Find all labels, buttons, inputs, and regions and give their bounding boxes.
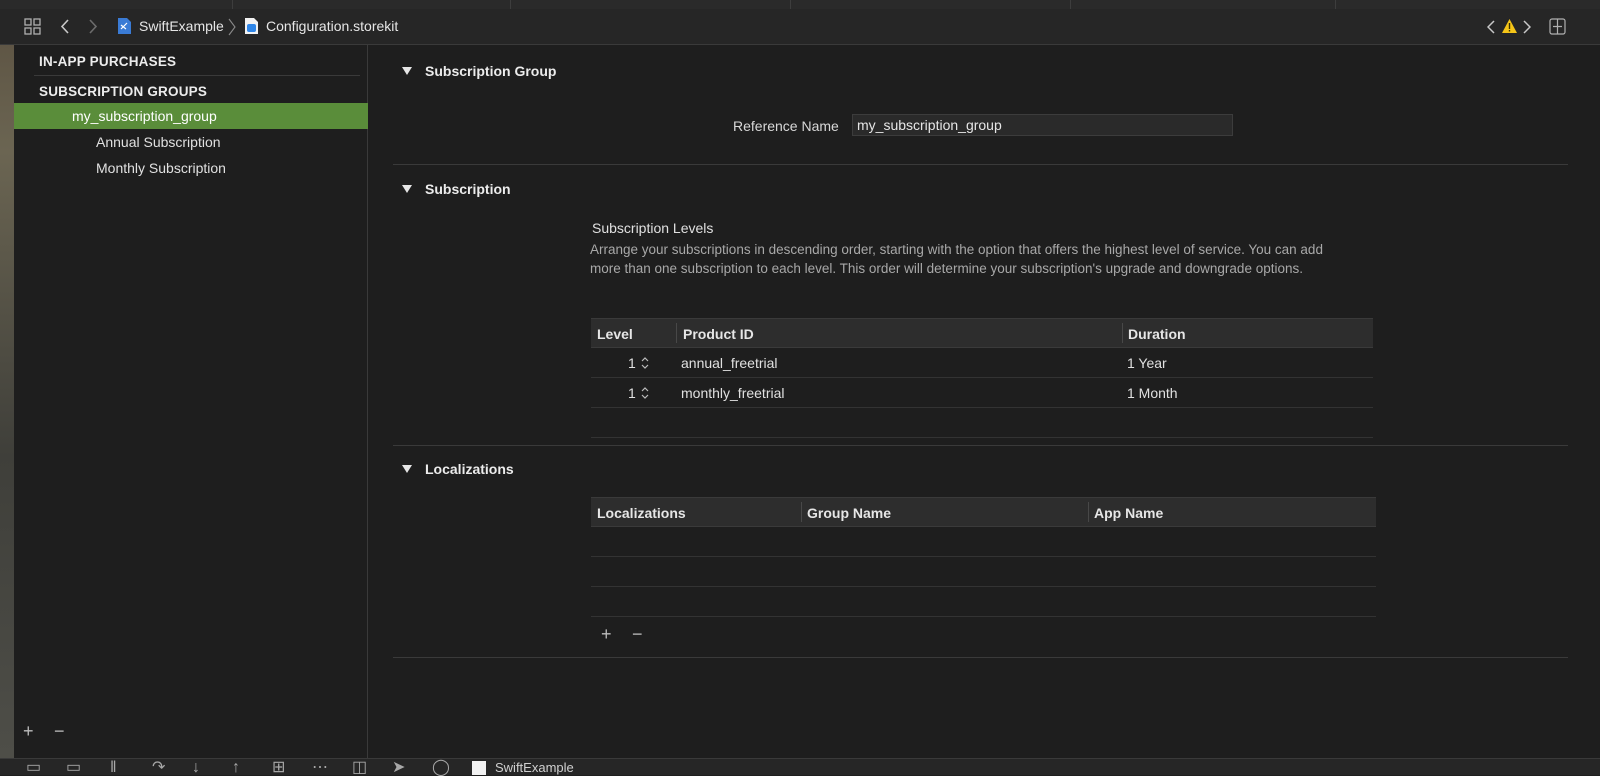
section-divider — [393, 445, 1568, 446]
debug-bar: ▭ ▭ ‖ ↷ ↓ ↑ ⊞ ⋯ ◫ ➤ ◯ SwiftExample — [0, 758, 1600, 776]
reference-name-field[interactable]: my_subscription_group — [852, 114, 1233, 136]
column-header-group-name[interactable]: Group Name — [807, 505, 891, 521]
table-row[interactable]: 1 monthly_freetrial 1 Month — [591, 378, 1373, 408]
disclosure-triangle-icon[interactable] — [401, 183, 413, 195]
product-id-value: annual_freetrial — [681, 355, 778, 371]
subscription-levels-title: Subscription Levels — [592, 220, 714, 236]
jump-bar: SwiftExample Configuration.storekit — [0, 9, 1600, 45]
step-out-icon[interactable]: ↑ — [232, 760, 240, 776]
column-header-localizations[interactable]: Localizations — [597, 505, 686, 521]
duration-value: 1 Month — [1127, 385, 1178, 401]
issue-next-icon[interactable] — [1523, 19, 1531, 35]
column-header-level[interactable]: Level — [597, 326, 633, 342]
localizations-table-header: Localizations Group Name App Name — [591, 497, 1376, 527]
step-in-icon[interactable]: ↓ — [192, 760, 200, 776]
tab-strip[interactable] — [0, 0, 1600, 9]
location-icon[interactable]: ➤ — [392, 760, 405, 776]
product-id-value: monthly_freetrial — [681, 385, 785, 401]
column-header-app-name[interactable]: App Name — [1094, 505, 1163, 521]
sidebar-remove-button[interactable]: − — [54, 722, 65, 740]
environment-icon[interactable]: ◫ — [352, 760, 367, 776]
sidebar-header-subscription-groups: SUBSCRIPTION GROUPS — [39, 84, 208, 99]
debug-view-icon[interactable]: ⊞ — [272, 760, 285, 776]
add-editor-icon[interactable] — [1549, 18, 1566, 35]
table-row-empty — [591, 527, 1376, 557]
scheme-icon — [472, 761, 486, 775]
issue-prev-icon[interactable] — [1487, 19, 1495, 35]
grid-icon[interactable] — [24, 18, 41, 35]
sidebar-item-subscription-group[interactable]: my_subscription_group — [14, 103, 368, 129]
subscription-levels-description: Arrange your subscriptions in descending… — [590, 242, 1323, 276]
breadcrumb-project[interactable]: SwiftExample — [139, 18, 224, 34]
section-divider — [393, 164, 1568, 165]
section-title-subscription-group: Subscription Group — [425, 63, 557, 79]
level-value: 1 — [628, 355, 636, 371]
sidebar-item-annual-subscription[interactable]: Annual Subscription — [14, 129, 368, 155]
table-row[interactable]: 1 annual_freetrial 1 Year — [591, 348, 1373, 378]
sidebar-divider — [34, 75, 360, 76]
localization-add-button[interactable]: + — [601, 625, 612, 643]
pause-icon[interactable]: ‖ — [110, 760, 117, 776]
console-toggle-icon[interactable]: ▭ — [26, 760, 41, 776]
column-header-duration[interactable]: Duration — [1128, 326, 1186, 342]
column-header-product-id[interactable]: Product ID — [683, 326, 754, 342]
scheme-name[interactable]: SwiftExample — [495, 760, 574, 775]
table-row-empty — [591, 408, 1373, 438]
disclosure-triangle-icon[interactable] — [401, 65, 413, 77]
disclosure-triangle-icon[interactable] — [401, 463, 413, 475]
memory-graph-icon[interactable]: ⋯ — [312, 760, 328, 776]
breadcrumb-separator-icon — [228, 18, 236, 36]
section-title-subscription: Subscription — [425, 181, 511, 197]
level-value: 1 — [628, 385, 636, 401]
back-icon[interactable] — [60, 18, 70, 35]
sidebar-item-label: Annual Subscription — [96, 134, 221, 150]
sidebar-item-label: Monthly Subscription — [96, 160, 226, 176]
sidebar-header-in-app-purchases: IN-APP PURCHASES — [39, 54, 177, 69]
table-row-empty — [591, 557, 1376, 587]
step-over-icon[interactable]: ↷ — [152, 760, 165, 776]
table-row-empty — [591, 587, 1376, 617]
localization-remove-button[interactable]: − — [632, 625, 643, 643]
sidebar: IN-APP PURCHASES SUBSCRIPTION GROUPS my_… — [14, 45, 368, 760]
level-stepper-icon[interactable] — [640, 356, 650, 370]
reference-name-label: Reference Name — [733, 118, 839, 134]
sidebar-item-label: my_subscription_group — [72, 108, 217, 124]
desktop-edge — [0, 0, 14, 760]
forward-icon[interactable] — [88, 18, 98, 35]
warning-icon[interactable] — [1501, 18, 1518, 34]
sidebar-item-monthly-subscription[interactable]: Monthly Subscription — [14, 155, 368, 181]
subscription-table-header: Level Product ID Duration — [591, 318, 1373, 348]
duration-value: 1 Year — [1127, 355, 1167, 371]
storekit-file-icon — [244, 17, 259, 35]
level-stepper-icon[interactable] — [640, 386, 650, 400]
project-file-icon — [117, 17, 132, 35]
storekit-icon[interactable]: ◯ — [432, 760, 450, 776]
breakpoints-icon[interactable]: ▭ — [66, 760, 81, 776]
sidebar-add-button[interactable]: + — [23, 722, 34, 740]
section-divider — [393, 657, 1568, 658]
breadcrumb-file[interactable]: Configuration.storekit — [266, 18, 398, 34]
section-title-localizations: Localizations — [425, 461, 514, 477]
